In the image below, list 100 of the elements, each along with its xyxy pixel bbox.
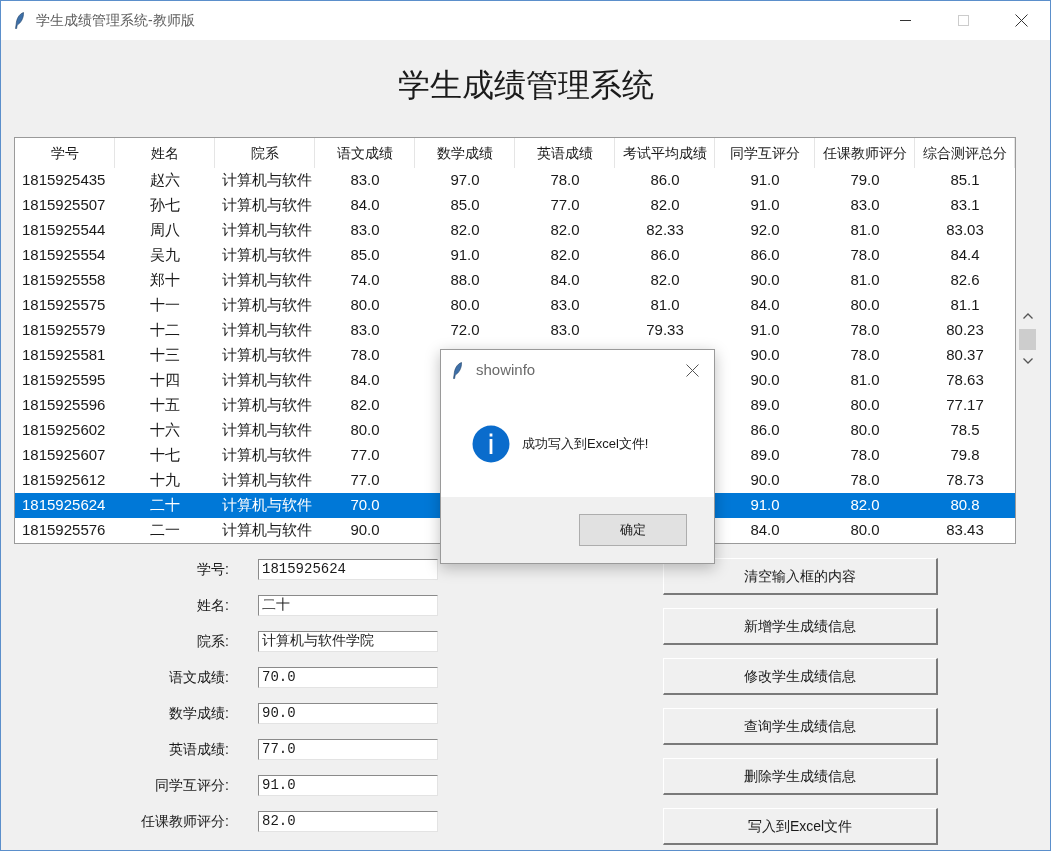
ok-button[interactable]: 确定 <box>579 514 687 546</box>
input-field[interactable]: 90.0 <box>258 703 438 724</box>
action-button[interactable]: 修改学生成绩信息 <box>663 658 938 695</box>
table-cell-text: 83.0 <box>850 195 880 216</box>
table-cell-text: 十二 <box>150 320 180 341</box>
table-cell-text: 90.0 <box>750 470 780 491</box>
field-label: 院系: <box>196 632 229 651</box>
table-cell-text: 81.0 <box>650 295 680 316</box>
table-cell-text: 78.0 <box>850 470 880 491</box>
table-cell-text: 78.73 <box>946 470 984 491</box>
table-cell-text: 二十 <box>150 495 180 516</box>
table-cell-text: 1815925581 <box>22 345 106 366</box>
field-label: 姓名: <box>196 596 229 615</box>
page-heading: 学生成绩管理系统 <box>396 66 655 105</box>
input-field[interactable]: 77.0 <box>258 739 438 760</box>
table-cell-text: 十一 <box>150 295 180 316</box>
table-cell-text: 90.0 <box>750 370 780 391</box>
action-button[interactable]: 写入到Excel文件 <box>663 808 938 845</box>
table-cell-text: 1815925607 <box>22 445 106 466</box>
table-cell-text: 78.0 <box>850 345 880 366</box>
table-cell-text: 82.0 <box>350 395 380 416</box>
table-cell-text: 十五 <box>150 395 180 416</box>
close-icon <box>685 363 699 377</box>
chevron-up-icon[interactable] <box>1022 313 1033 319</box>
table-cell-text: 计算机与软件 <box>222 395 312 416</box>
table-cell-text: 90.0 <box>750 345 780 366</box>
table-cell-text: 郑十 <box>150 270 180 291</box>
table-cell-text: 1815925554 <box>22 245 106 266</box>
close-icon <box>1014 14 1028 27</box>
table-cell-text: 80.0 <box>450 295 480 316</box>
table-cell-text: 82.0 <box>550 245 580 266</box>
table-cell-text: 83.1 <box>950 195 980 216</box>
table-cell-text: 81.1 <box>950 295 980 316</box>
table-cell-text: 78.5 <box>950 420 980 441</box>
feather-icon <box>453 361 462 379</box>
table-cell-text: 85.1 <box>950 170 980 191</box>
input-field[interactable]: 计算机与软件学院 <box>258 631 438 652</box>
input-field[interactable]: 91.0 <box>258 775 438 796</box>
table-cell-text: 92.0 <box>750 220 780 241</box>
table-cell-text: 1815925596 <box>22 395 106 416</box>
action-button[interactable]: 清空输入框的内容 <box>663 558 938 595</box>
feather-icon <box>15 12 24 29</box>
table-cell-text: 计算机与软件 <box>222 495 312 516</box>
table-cell-text: 81.0 <box>850 220 880 241</box>
table-cell-text: 82.0 <box>650 270 680 291</box>
table-cell-text: 82.0 <box>850 495 880 516</box>
table-cell-text: 84.0 <box>350 195 380 216</box>
action-button[interactable]: 查询学生成绩信息 <box>663 708 938 745</box>
input-field[interactable]: 二十 <box>258 595 438 616</box>
table-cell-text: 86.0 <box>750 245 780 266</box>
input-field[interactable]: 1815925624 <box>258 559 438 580</box>
action-button[interactable]: 删除学生成绩信息 <box>663 758 938 795</box>
table-cell-text: 计算机与软件 <box>222 345 312 366</box>
dialog-message: 成功写入到Excel文件! <box>522 434 649 453</box>
table-cell-text: 1815925602 <box>22 420 106 441</box>
chevron-down-icon[interactable] <box>1022 358 1033 364</box>
table-cell-text: 计算机与软件 <box>222 295 312 316</box>
table-cell-text: 81.0 <box>850 270 880 291</box>
table-cell-text: 80.0 <box>850 295 880 316</box>
table-cell-text: 78.63 <box>946 370 984 391</box>
info-icon <box>472 424 510 463</box>
table-cell-text: 79.8 <box>950 445 980 466</box>
table-cell-text: 85.0 <box>350 245 380 266</box>
table-cell-text: 计算机与软件 <box>222 170 312 191</box>
scrollbar-thumb[interactable] <box>1019 329 1036 350</box>
table-cell-text: 78.0 <box>350 345 380 366</box>
table-cell-text: 计算机与软件 <box>222 370 312 391</box>
table-cell-text: 78.0 <box>550 170 580 191</box>
table-cell-text: 77.0 <box>550 195 580 216</box>
table-cell-text: 1815925544 <box>22 220 106 241</box>
field-label: 语文成绩: <box>168 668 229 687</box>
table-cell-text: 90.0 <box>350 520 380 541</box>
input-field[interactable]: 82.0 <box>258 811 438 832</box>
table-cell-text: 86.0 <box>650 245 680 266</box>
action-button[interactable]: 新增学生成绩信息 <box>663 608 938 645</box>
minimize-icon <box>899 20 911 21</box>
table-cell-text: 83.0 <box>350 170 380 191</box>
table-cell-text: 97.0 <box>450 170 480 191</box>
table-cell-text: 1815925579 <box>22 320 106 341</box>
input-field[interactable]: 70.0 <box>258 667 438 688</box>
table-cell-text: 1815925576 <box>22 520 106 541</box>
table-cell-text: 84.0 <box>750 295 780 316</box>
table-cell-text: 计算机与软件 <box>222 445 312 466</box>
dialog-title: showinfo <box>476 359 536 380</box>
table-cell-text: 计算机与软件 <box>222 520 312 541</box>
table-cell-text: 82.6 <box>950 270 980 291</box>
table-cell-text: 80.0 <box>850 420 880 441</box>
table-cell-text: 78.0 <box>850 245 880 266</box>
dialog-close-button[interactable] <box>684 362 700 378</box>
field-label: 任课教师评分: <box>140 812 229 831</box>
table-cell-text: 91.0 <box>750 195 780 216</box>
table-cell-text: 79.33 <box>646 320 684 341</box>
table-cell-text: 86.0 <box>650 170 680 191</box>
table-cell-text: 82.0 <box>650 195 680 216</box>
table-cell-text: 82.33 <box>646 220 684 241</box>
table-cell-text: 82.0 <box>450 220 480 241</box>
table-cell-text: 80.0 <box>850 395 880 416</box>
table-cell-text: 计算机与软件 <box>222 270 312 291</box>
window-title: 学生成绩管理系统-教师版 <box>36 11 195 30</box>
table-cell-text: 84.0 <box>350 370 380 391</box>
